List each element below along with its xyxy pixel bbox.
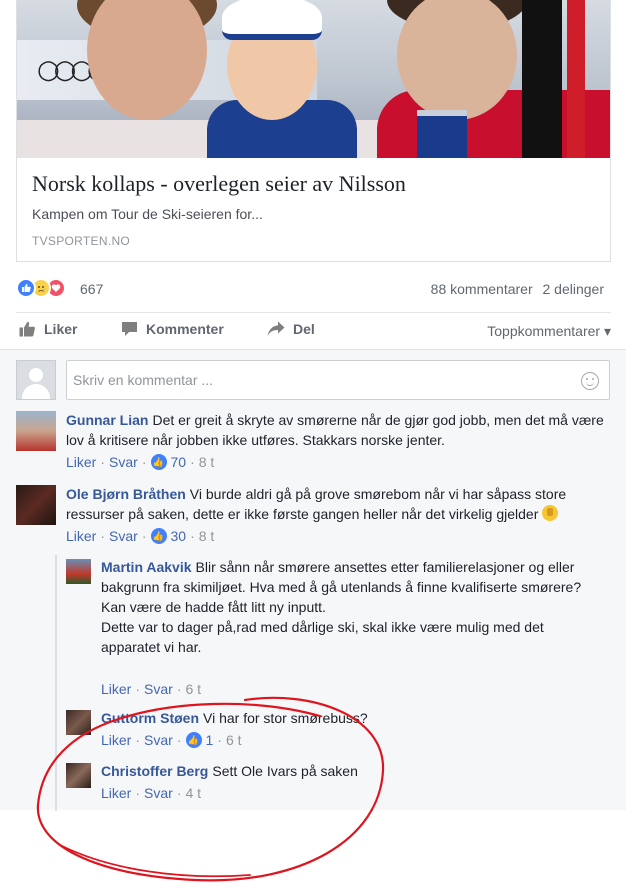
comment-input[interactable]	[73, 370, 563, 390]
shares-count-link[interactable]: 2 delinger	[543, 281, 605, 297]
comments-count-link[interactable]: 88 kommentarer	[431, 281, 533, 297]
current-user-avatar	[16, 360, 56, 400]
reply-reply-link[interactable]: Svar	[144, 785, 173, 801]
reply-text-line-2: Kan være de hadde fått litt ny inputt.	[101, 599, 326, 615]
emoji-picker-icon[interactable]	[581, 372, 599, 390]
reply-actions: Liker · Svar · 4 t	[101, 785, 201, 801]
separator: ·	[100, 454, 106, 470]
post-action-bar: Liker Kommenter Del Toppkommentarer ▾	[16, 313, 611, 347]
link-title[interactable]: Norsk kollaps - overlegen seier av Nilss…	[32, 171, 406, 197]
separator: ·	[135, 785, 141, 801]
separator: ·	[176, 681, 182, 697]
facebook-post: ○○○○ Norsk kollaps - overlegen seier av …	[0, 0, 626, 811]
commenter-avatar[interactable]	[16, 411, 56, 451]
reply-like-link[interactable]: Liker	[101, 732, 131, 748]
comment-timestamp[interactable]: 8 t	[199, 454, 215, 470]
comment-actions: Liker · Svar · 👍 30 · 8 t	[66, 528, 214, 544]
comment-button-label: Kommenter	[146, 321, 224, 337]
commenter-name[interactable]: Ole Bjørn Bråthen	[66, 486, 186, 502]
like-badge-icon: 👍	[150, 528, 167, 544]
like-button[interactable]: Liker	[18, 321, 77, 337]
replier-avatar[interactable]	[66, 559, 91, 584]
reactions-summary: 667 88 kommentarer 2 delinger	[16, 276, 611, 302]
comments-section: Gunnar LianDet er greit å skryte av smør…	[0, 349, 626, 811]
separator: ·	[176, 785, 182, 801]
separator: ·	[141, 528, 147, 544]
thumbs-up-icon	[18, 321, 36, 337]
link-description: Kampen om Tour de Ski-seieren for...	[32, 206, 263, 222]
link-domain: TVSPORTEN.NO	[32, 234, 131, 248]
reply-body: Christoffer Berg Sett Ole Ivars på saken	[101, 761, 601, 781]
image-athlete-2-cap	[222, 0, 322, 40]
reply-reply-link[interactable]: Svar	[144, 681, 173, 697]
comment-like-count[interactable]: 70	[171, 454, 187, 470]
link-preview-image[interactable]: ○○○○	[17, 0, 610, 158]
post-stats: 88 kommentarer 2 delinger	[425, 281, 604, 297]
reaction-count[interactable]: 667	[80, 281, 103, 297]
replier-name[interactable]: Christoffer Berg	[101, 763, 208, 779]
comment-reply-link[interactable]: Svar	[109, 454, 138, 470]
image-ski-pole	[522, 0, 562, 158]
comment-sort-dropdown[interactable]: Toppkommentarer ▾	[487, 323, 611, 340]
reply-like-link[interactable]: Liker	[101, 785, 131, 801]
thumbs-down-emoji-icon	[542, 505, 559, 521]
like-button-label: Liker	[44, 321, 78, 337]
reply-text-line-3: Dette var to dager på,rad med dårlige sk…	[101, 619, 544, 655]
image-ski-pole-red	[567, 0, 585, 158]
replier-name[interactable]: Guttorm Støen	[101, 710, 199, 726]
link-preview-card[interactable]: ○○○○ Norsk kollaps - overlegen seier av …	[16, 0, 611, 262]
commenter-name[interactable]: Gunnar Lian	[66, 412, 148, 428]
comment-timestamp[interactable]: 8 t	[199, 528, 215, 544]
separator: ·	[176, 732, 182, 748]
separator: ·	[190, 528, 195, 544]
reply-like-count[interactable]: 1	[206, 732, 214, 748]
like-reaction-icon	[16, 278, 36, 298]
avatar-shoulders	[22, 384, 50, 399]
commenter-avatar[interactable]	[16, 485, 56, 525]
comment-composer[interactable]	[66, 360, 610, 400]
reply-actions: Liker · Svar · 👍 1 · 6 t	[101, 732, 242, 748]
separator: ·	[217, 732, 222, 748]
separator: ·	[135, 732, 141, 748]
like-badge-icon: 👍	[185, 732, 202, 748]
comment-actions: Liker · Svar · 👍 70 · 8 t	[66, 454, 214, 470]
reply-timestamp[interactable]: 6 t	[186, 681, 202, 697]
comment-like-count[interactable]: 30	[171, 528, 187, 544]
comment-like-link[interactable]: Liker	[66, 528, 96, 544]
image-athlete-1	[87, 0, 207, 120]
reply-text: Vi har for stor smørebuss?	[203, 710, 368, 726]
separator: ·	[135, 681, 141, 697]
avatar-head	[29, 368, 43, 382]
share-button-label: Del	[293, 321, 315, 337]
comment-item: Gunnar Lian Det er greit å skryte av smør…	[0, 408, 626, 478]
reply-body: Martin Aakvik Blir sånn når smørere anset…	[101, 557, 601, 657]
replier-avatar[interactable]	[66, 710, 91, 735]
like-badge-icon: 👍	[150, 454, 167, 470]
comment-reply-link[interactable]: Svar	[109, 528, 138, 544]
reply-timestamp[interactable]: 4 t	[186, 785, 202, 801]
comment-button[interactable]: Kommenter	[120, 321, 224, 337]
comment-bubble-icon	[120, 321, 138, 337]
separator: ·	[100, 528, 106, 544]
reply-item: Guttorm Støen Vi har for stor smørebuss? …	[0, 708, 626, 758]
separator: ·	[141, 454, 147, 470]
comment-like-link[interactable]: Liker	[66, 454, 96, 470]
separator: ·	[190, 454, 195, 470]
replier-name[interactable]: Martin Aakvik	[101, 559, 192, 575]
reply-timestamp[interactable]: 6 t	[226, 732, 242, 748]
reply-body: Guttorm Støen Vi har for stor smørebuss?	[101, 708, 601, 728]
reply-text: Sett Ole Ivars på saken	[212, 763, 358, 779]
reply-actions: Liker · Svar · 6 t	[101, 681, 201, 697]
reply-item: Christoffer Berg Sett Ole Ivars på saken …	[0, 761, 626, 811]
reply-reply-link[interactable]: Svar	[144, 732, 173, 748]
reply-like-link[interactable]: Liker	[101, 681, 131, 697]
reply-item: Martin Aakvik Blir sånn når smørere anset…	[0, 555, 626, 700]
share-arrow-icon	[267, 321, 285, 337]
image-drink-can	[417, 110, 467, 158]
comment-body: Ole Bjørn Bråthen Vi burde aldri gå på gr…	[66, 484, 606, 524]
comment-body: Gunnar Lian Det er greit å skryte av smør…	[66, 410, 606, 450]
replier-avatar[interactable]	[66, 763, 91, 788]
share-button[interactable]: Del	[267, 321, 315, 337]
comment-item: Ole Bjørn Bråthen Vi burde aldri gå på gr…	[0, 482, 626, 552]
